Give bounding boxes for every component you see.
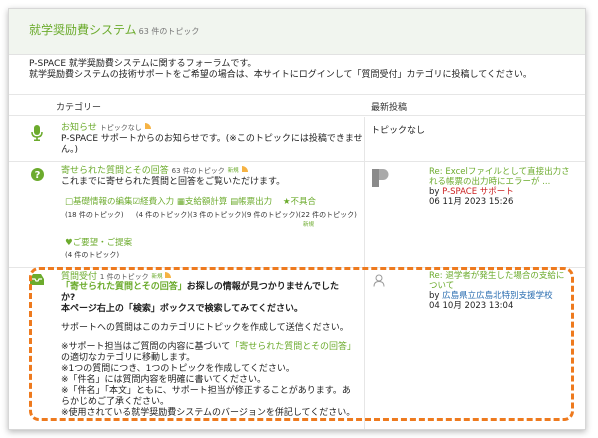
rss-icon[interactable] — [241, 166, 248, 172]
rss-icon[interactable] — [165, 272, 172, 278]
latest-post-title-line2[interactable]: れる帳票の出力時にエラーが ... — [429, 177, 579, 187]
latest-post-title-line1[interactable]: Re: 退学者が発生した場合の支給に — [429, 271, 579, 281]
category-row-questions: 質問受付 1 件のトピック 新規 「寄せられた質問とその回答」お探しの情報が見つ… — [9, 268, 585, 429]
printer-icon: ▤ — [230, 197, 239, 207]
not-found-line2: か? — [61, 293, 76, 303]
subcategory-counts: (18 件のトピック) (4 件のトピック)(3 件のトピック)(9 件のトピッ… — [65, 210, 357, 220]
column-separator — [364, 268, 365, 429]
category-description-line2: ん。) — [61, 145, 79, 155]
subcategory-basic-info[interactable]: □基礎情報の編集 — [65, 197, 133, 207]
new-badge: 新規 — [303, 222, 315, 228]
note-move-line2: の適切なカテゴリに移動します。 — [61, 353, 196, 363]
note-edit-line1: ※「件名」「本文」ともに、サポート担当が修正することがあります。あ — [61, 386, 351, 396]
not-found-line1: お探しの情報が見つかりませんでした — [186, 282, 340, 292]
subcategory-count: (9 件のトピック) — [244, 211, 299, 219]
forum-topic-count: 63 件のトピック — [138, 27, 200, 36]
latest-post-by: by — [429, 187, 440, 197]
subcategory-label: 不具合 — [290, 197, 317, 207]
latest-post-author[interactable]: P-SPACE サポート — [442, 187, 514, 197]
faq-inline-link[interactable]: 「寄せられた質問とその回答」 — [230, 342, 356, 352]
subcategory-label[interactable]: ご要望・ご提案 — [73, 238, 133, 248]
note-edit-line2: らかじめご了承ください。 — [61, 397, 170, 407]
pspace-logo-icon — [372, 169, 389, 187]
latest-post-date: 06 11月 2023 15:26 — [429, 197, 514, 207]
note-subject: ※「件名」には質問内容を明確に書いてください。 — [61, 375, 267, 385]
column-header: カテゴリー 最新投稿 — [9, 94, 585, 116]
subcategory-count: (4 件のトピック) — [135, 211, 190, 219]
category-description-line1: P-SPACE サポートからのお知らせです。(※このトピックには投稿できませ — [61, 134, 363, 144]
forum-panel: 就学奨励費システム 63 件のトピック P-SPACE 就学奨励費システムに関する… — [8, 8, 586, 430]
heart-icon: ♥ — [65, 238, 73, 248]
column-separator — [364, 117, 365, 161]
subcategory-label: 経費入力 — [140, 197, 175, 207]
subcategory-count: (4 件のトピック) — [65, 251, 120, 259]
faq-inline-link[interactable]: 「寄せられた質問とその回答」 — [61, 282, 187, 292]
category-info: お知らせ トピックなし P-SPACE サポートからのお知らせです。(※このトピ… — [61, 123, 363, 156]
subcategory-requests[interactable]: ♥ご要望・ご提案 — [65, 236, 132, 248]
latest-post-title-line1[interactable]: Re: Excelファイルとして直接出力さ — [429, 167, 579, 177]
search-hint: 本ページ右上の「検索」ボックスで検索してみてください。 — [61, 304, 304, 314]
rss-icon[interactable] — [144, 123, 151, 129]
category-link-questions[interactable]: 質問受付 — [61, 272, 97, 282]
inbox-icon — [30, 274, 44, 285]
calculator-icon: ▦ — [176, 197, 185, 207]
square-icon: □ — [65, 197, 74, 207]
column-category: カテゴリー — [56, 103, 102, 113]
category-row-announcements: お知らせ トピックなし P-SPACE サポートからのお知らせです。(※このトピ… — [9, 117, 585, 162]
forum-description-line2: 就学奨励費システムの技術サポートをご希望の場合は、本サイトにログインして「質問受… — [29, 70, 532, 80]
latest-post: Re: 退学者が発生した場合の支給に ついて by 広島県立広島北特別支援学校 … — [429, 271, 579, 311]
latest-post-date: 04 10月 2023 13:04 — [429, 301, 514, 311]
svg-text:?: ? — [35, 170, 41, 181]
subcategory-count: (3 件のトピック) — [189, 211, 245, 219]
subcategory-payment-calc[interactable]: ▦支給額計算 — [177, 197, 228, 207]
question-icon: ? — [31, 168, 44, 181]
latest-post-title-line2[interactable]: ついて — [429, 281, 579, 291]
subcategory-expense-input[interactable]: ☑経費入力 — [133, 197, 175, 207]
category-info: 質問受付 1 件のトピック 新規 「寄せられた質問とその回答」お探しの情報が見つ… — [61, 272, 361, 419]
forum-title-text[interactable]: 就学奨励費システム — [29, 23, 137, 37]
forum-header: 就学奨励費システム 63 件のトピック — [9, 9, 585, 55]
note-move-line1: ※サポート担当はご質問の内容に基づいて — [61, 342, 231, 352]
category-topic-count: トピックなし — [99, 124, 142, 132]
column-separator — [364, 162, 365, 267]
category-topic-count: 1 件のトピック — [99, 273, 149, 281]
subcategory-list: □基礎情報の編集☑経費入力 ▦支給額計算 ▤帳票出力 ★不具合 — [65, 195, 316, 207]
note-one-topic: ※1つの質問につき、1つのトピックを作成してください。 — [61, 364, 295, 374]
category-info: 寄せられた質問とその回答 63 件のトピック 新規 これまでに寄せられた質問と回… — [61, 166, 285, 188]
subcategory-label: 基礎情報の編集 — [73, 197, 133, 207]
subcategory-label: 帳票出力 — [238, 197, 273, 207]
column-latest: 最新投稿 — [371, 103, 408, 113]
forum-title[interactable]: 就学奨励費システム 63 件のトピック — [29, 21, 199, 38]
category-row-faq: ? 寄せられた質問とその回答 63 件のトピック 新規 これまでに寄せられた質問… — [9, 162, 585, 268]
latest-post: Re: Excelファイルとして直接出力さ れる帳票の出力時にエラーが ... … — [429, 167, 579, 207]
latest-post-empty: トピックなし — [371, 126, 426, 136]
subcategory-count: (18 件のトピック) — [65, 211, 124, 219]
category-topic-count: 63 件のトピック — [171, 167, 225, 175]
user-avatar-icon — [373, 274, 385, 287]
category-link-faq[interactable]: 寄せられた質問とその回答 — [61, 166, 169, 176]
new-badge: 新規 — [227, 168, 239, 174]
latest-post-author[interactable]: 広島県立広島北特別支援学校 — [442, 291, 553, 301]
category-link-announcements[interactable]: お知らせ — [61, 123, 97, 133]
forum-description-line1: P-SPACE 就学奨励費システムに関するフォーラムです。 — [29, 59, 257, 69]
latest-post-by: by — [429, 291, 440, 301]
category-description: これまでに寄せられた質問と回答をご覧いただけます。 — [61, 177, 286, 187]
subcategory-bugs[interactable]: ★不具合 — [283, 197, 316, 207]
note-version: ※使用されている就学奨励費システムのバージョンを併記してください。 — [61, 408, 356, 418]
submit-instruction: サポートへの質問はこのカテゴリにトピックを作成して送信ください。 — [61, 323, 349, 333]
subcategory-report-output[interactable]: ▤帳票出力 — [230, 197, 272, 207]
subcategory-count: (22 件のトピック) — [298, 211, 357, 219]
star-icon: ★ — [282, 197, 291, 207]
new-badge: 新規 — [151, 274, 163, 280]
subcategory-label: 支給額計算 — [184, 197, 228, 207]
forum-description: P-SPACE 就学奨励費システムに関するフォーラムです。 就学奨励費システムの… — [29, 59, 532, 81]
microphone-icon — [31, 125, 43, 141]
